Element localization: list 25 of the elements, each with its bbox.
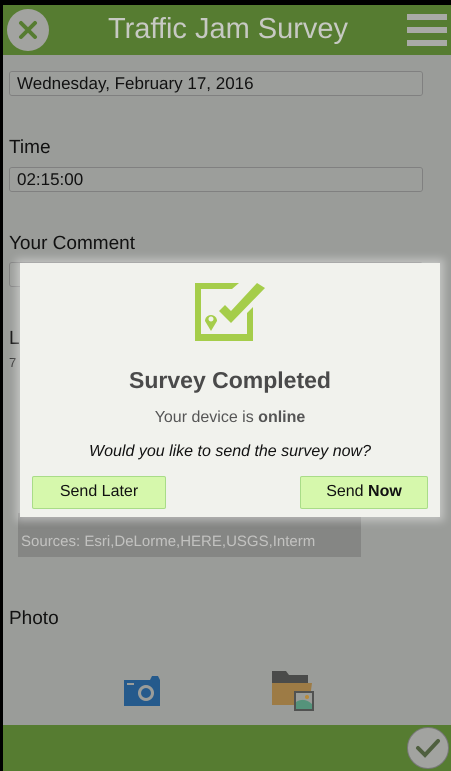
close-button[interactable] xyxy=(7,9,49,51)
location-value: 7 xyxy=(9,354,18,372)
menu-button[interactable] xyxy=(407,14,447,46)
field-label: Your Comment xyxy=(9,232,136,256)
dialog-title: Survey Completed xyxy=(129,366,331,395)
send-now-button[interactable]: Send Now xyxy=(300,476,428,508)
dialog-status: Your device is online xyxy=(154,408,306,428)
map-attribution: Sources: Esri,DeLorme,HERE,USGS,Interm xyxy=(21,532,316,552)
checkmark-icon xyxy=(415,737,441,759)
folder-picture-icon xyxy=(272,670,314,710)
gallery-button[interactable] xyxy=(272,670,314,710)
submit-button[interactable] xyxy=(407,727,449,769)
close-icon xyxy=(17,19,39,41)
map-pin-checkbox-icon xyxy=(195,283,265,341)
field-label: L xyxy=(9,327,21,351)
date-field[interactable]: Wednesday, February 17, 2016 xyxy=(9,71,423,96)
field-label: Time xyxy=(9,136,52,160)
camera-icon xyxy=(122,676,162,706)
menu-icon xyxy=(407,14,447,46)
dialog-question: Would you like to send the survey now? xyxy=(89,442,371,462)
time-field[interactable]: 02:15:00 xyxy=(9,167,423,192)
send-later-button[interactable]: Send Later xyxy=(32,476,166,508)
app-title: Traffic Jam Survey xyxy=(108,12,348,48)
camera-button[interactable] xyxy=(122,676,162,706)
field-label: Photo xyxy=(9,606,60,630)
